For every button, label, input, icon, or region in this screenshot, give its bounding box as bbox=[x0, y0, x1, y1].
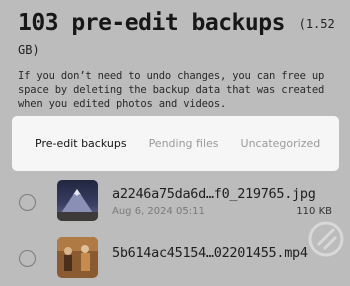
tab-bar: Pre-edit backups Pending files Uncategor… bbox=[12, 116, 339, 171]
total-size-unit: GB) bbox=[18, 43, 40, 57]
select-radio[interactable] bbox=[19, 194, 36, 211]
thumbnail-people-video bbox=[57, 237, 98, 278]
file-name: a2246a75da6d…f0_219765.jpg bbox=[112, 186, 316, 202]
file-name: 5b614ac45154…02201455.mp4 bbox=[112, 245, 308, 261]
page-title: 103 pre-edit backups bbox=[18, 10, 285, 36]
list-item[interactable]: a2246a75da6d…f0_219765.jpg Aug 6, 2024 0… bbox=[0, 176, 350, 226]
tab-pending-files[interactable]: Pending files bbox=[149, 137, 219, 150]
tab-uncategorized[interactable]: Uncategorized bbox=[241, 137, 321, 150]
logo-watermark-icon bbox=[306, 219, 346, 259]
thumbnail-mountain-photo bbox=[57, 180, 98, 221]
list-item[interactable]: 5b614ac45154…02201455.mp4 bbox=[0, 236, 350, 286]
file-date: Aug 6, 2024 05:11 bbox=[112, 206, 205, 217]
tab-pre-edit-backups[interactable]: Pre-edit backups bbox=[35, 137, 127, 150]
total-size: (1.52 bbox=[298, 17, 335, 31]
file-size: 110 KB bbox=[296, 206, 332, 217]
title-row: 103 pre-edit backups (1.52 GB) bbox=[18, 10, 338, 57]
page-description: If you don’t need to undo changes, you c… bbox=[18, 70, 325, 110]
select-radio[interactable] bbox=[19, 250, 36, 267]
page-header: 103 pre-edit backups (1.52 GB) If you do… bbox=[18, 12, 338, 111]
